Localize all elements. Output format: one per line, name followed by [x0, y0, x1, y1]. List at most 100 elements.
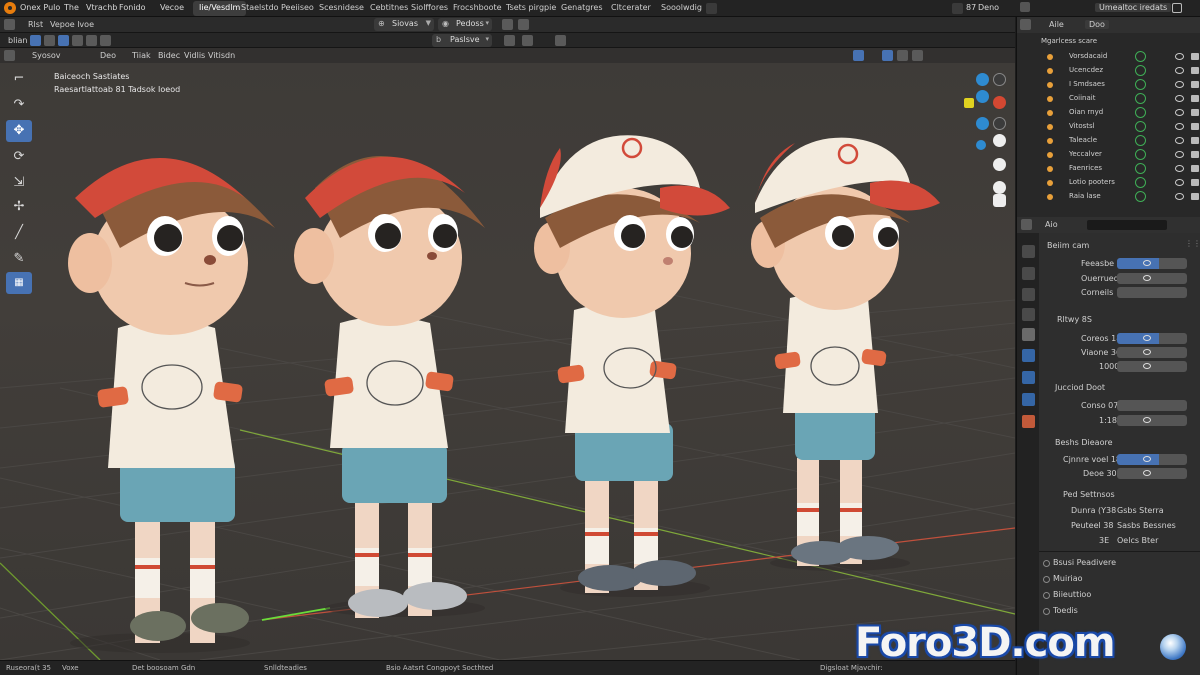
select-mode-invert-icon[interactable]	[72, 35, 83, 46]
pen-icon[interactable]	[830, 50, 841, 61]
render-icon[interactable]	[1191, 165, 1199, 172]
viewport-menu-add[interactable]: Tiiak	[132, 51, 151, 60]
output-tab-icon[interactable]	[1022, 288, 1035, 301]
render-icon[interactable]	[1191, 81, 1199, 88]
subpanel-item[interactable]: Bsusi Peadivere	[1053, 558, 1116, 567]
outliner-row[interactable]: Vorsdacaid	[1017, 50, 1200, 64]
eye-icon[interactable]	[1175, 123, 1184, 130]
outliner-row[interactable]: Coiinait	[1017, 92, 1200, 106]
prop-field[interactable]	[1117, 333, 1187, 344]
properties-search-input[interactable]	[1087, 220, 1167, 230]
add-cube-tool-icon[interactable]: ▦	[6, 272, 32, 294]
3d-viewport[interactable]: Syosov Deo Tiiak Bidec Vidlis Vitisdn ⌐ …	[0, 48, 1015, 660]
viewport-menu-select[interactable]: Deo	[100, 51, 116, 60]
section-title[interactable]: Ped Settnsos	[1063, 490, 1115, 499]
add-workspace-icon[interactable]	[706, 3, 717, 14]
tab-scripting[interactable]: Sooolwdig	[655, 1, 708, 16]
transform-orientation-dropdown[interactable]: ⊕ Siovas ▼	[374, 18, 434, 31]
tab-uv-editing[interactable]: Scesnidese	[313, 1, 370, 16]
eye-icon[interactable]	[1175, 67, 1184, 74]
menu-edit[interactable]: The	[64, 3, 79, 12]
view-layer-icon[interactable]	[1020, 2, 1030, 12]
menu-file[interactable]: Onex Pulo	[20, 3, 60, 12]
material-tab-icon[interactable]	[1022, 415, 1035, 428]
viewport-shading-material-icon[interactable]	[882, 50, 893, 61]
prop-value[interactable]: Gsbs Sterra	[1117, 506, 1164, 515]
render-icon[interactable]	[1191, 95, 1199, 102]
select-mode-extra-icon[interactable]	[100, 35, 111, 46]
prop-field[interactable]	[1117, 273, 1187, 284]
app-logo-icon[interactable]	[4, 2, 16, 14]
render-icon[interactable]	[1191, 151, 1199, 158]
view-layer-field[interactable]: Umealtoc iredats	[1095, 3, 1172, 12]
world-tab-icon[interactable]	[1022, 349, 1035, 362]
eye-icon[interactable]	[1175, 179, 1184, 186]
outliner-tab-all[interactable]: Aile	[1049, 20, 1064, 29]
scene-icon[interactable]	[952, 3, 963, 14]
gizmo-camera-icon[interactable]	[964, 98, 974, 108]
outliner-row[interactable]: Faenrices	[1017, 162, 1200, 176]
outliner-row[interactable]: Oian rnyd	[1017, 106, 1200, 120]
eye-icon[interactable]	[1175, 53, 1184, 60]
render-icon[interactable]	[1191, 53, 1199, 60]
view-layer-tab-icon[interactable]	[1022, 308, 1035, 321]
axis-gizmo-icon[interactable]	[976, 73, 989, 86]
outliner-row[interactable]: Taleacle	[1017, 134, 1200, 148]
prop-field[interactable]	[1117, 258, 1187, 269]
viewport-menu-vis[interactable]: Vidlis	[184, 51, 205, 60]
select-mode-subtract-icon[interactable]	[58, 35, 69, 46]
menu-help[interactable]: Vecoe	[160, 3, 184, 12]
viewport-menu-object[interactable]: Bidec	[158, 51, 180, 60]
outliner-row[interactable]: I Smdsaes	[1017, 78, 1200, 92]
subpanel-item[interactable]: Biieuttioo	[1053, 590, 1091, 599]
render-icon[interactable]	[1191, 109, 1199, 116]
camera-view-icon[interactable]	[993, 181, 1006, 194]
render-icon[interactable]	[1191, 193, 1199, 200]
pan-icon[interactable]	[993, 158, 1006, 171]
tool-tab-icon[interactable]	[1022, 245, 1035, 258]
outliner-row[interactable]: Vitostsl	[1017, 120, 1200, 134]
close-icon[interactable]	[1172, 3, 1182, 13]
eye-icon[interactable]	[1175, 165, 1184, 172]
scale-tool-icon[interactable]: ⇲	[6, 172, 32, 194]
gizmo-x-icon[interactable]	[993, 96, 1006, 109]
drag-handle-icon[interactable]: ⋮⋮	[1185, 239, 1200, 248]
tab-compositing[interactable]: Genatgres	[555, 1, 609, 16]
editor-type-icon[interactable]	[4, 19, 15, 30]
outliner-scene-row[interactable]: Mgarlcess scare	[1017, 36, 1200, 50]
prop-field[interactable]	[1117, 347, 1187, 358]
prop-field[interactable]	[1117, 468, 1187, 479]
character-3[interactable]	[534, 135, 730, 597]
eye-icon[interactable]	[1175, 95, 1184, 102]
snap-icon[interactable]	[502, 19, 513, 30]
prop-field[interactable]	[1117, 454, 1187, 465]
section-title[interactable]: Rltwy 8S	[1057, 315, 1092, 324]
gizmo-z-icon[interactable]	[976, 90, 989, 103]
measure-tool-icon[interactable]: ╱	[6, 222, 32, 244]
section-title[interactable]: Jucciod Doot	[1055, 383, 1105, 392]
tab-rendering[interactable]: Tsets pirgpie	[500, 1, 562, 16]
object-tab-icon[interactable]	[1022, 371, 1035, 384]
eye-icon[interactable]	[1175, 151, 1184, 158]
render-icon[interactable]	[1191, 123, 1199, 130]
select-mode-extend-icon[interactable]	[44, 35, 55, 46]
subpanel-item[interactable]: Toedis	[1053, 606, 1078, 615]
outliner-row[interactable]: Lotio pooters	[1017, 176, 1200, 190]
xray-icon[interactable]	[522, 35, 533, 46]
eye-icon[interactable]	[1175, 81, 1184, 88]
render-icon[interactable]	[1191, 137, 1199, 144]
scene-name[interactable]: Deno	[978, 3, 999, 12]
section-title[interactable]: Beshs Dieaore	[1055, 438, 1113, 447]
select-tool-icon[interactable]: ↷	[6, 94, 32, 116]
header-view-label[interactable]: Vepoe lvoe	[50, 20, 94, 29]
gizmo-neg-z-icon[interactable]	[976, 117, 989, 130]
cursor-tool-icon[interactable]: ⌐	[6, 68, 32, 90]
outliner-row[interactable]: Yeccalver	[1017, 148, 1200, 162]
menu-window[interactable]: Fonido	[119, 3, 145, 12]
select-mode-intersect-icon[interactable]	[86, 35, 97, 46]
tab-animation[interactable]: Frocshboote	[447, 1, 508, 16]
prop-field[interactable]	[1117, 400, 1187, 411]
outliner-editor-icon[interactable]	[1020, 19, 1031, 30]
zoom-icon[interactable]	[993, 134, 1006, 147]
transform-tool-icon[interactable]: ✢	[6, 196, 32, 218]
